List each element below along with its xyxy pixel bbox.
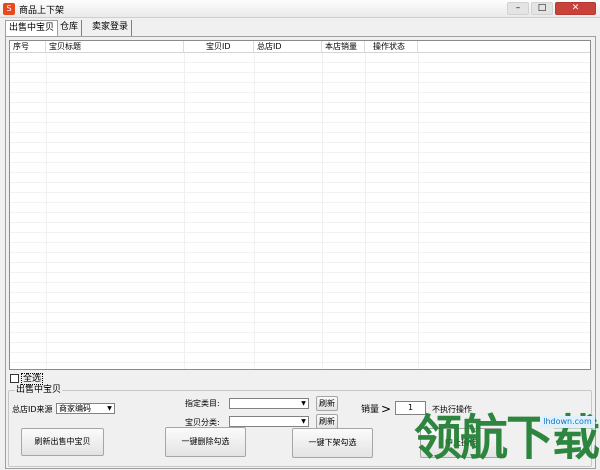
sales-label: 销量: [361, 405, 380, 415]
table-header: 序号 宝贝标题 宝贝ID 总店ID 本店销量 操作状态: [10, 41, 590, 53]
column-header-index[interactable]: 序号: [10, 41, 46, 53]
sales-operator: >: [381, 402, 392, 416]
tab-seller-login[interactable]: 卖家登录: [89, 20, 133, 36]
column-divider: [184, 53, 185, 369]
delist-delete-button[interactable]: 一键删除勾选: [165, 427, 246, 457]
chevron-down-icon[interactable]: ▼: [299, 399, 308, 408]
source-label: 总店ID来源: [12, 405, 53, 414]
refresh-category-button[interactable]: 刷新: [316, 396, 338, 411]
watermark-url: lhdown.com: [540, 416, 595, 428]
window-title: 商品上下架: [19, 6, 65, 16]
column-divider: [365, 53, 366, 369]
column-header-sales[interactable]: 本店销量: [322, 41, 365, 53]
minimize-icon: –: [515, 3, 521, 13]
app-logo-icon: S: [3, 3, 15, 15]
chevron-down-icon[interactable]: ▼: [299, 417, 308, 426]
select-all-checkbox[interactable]: [10, 374, 19, 383]
source-combobox[interactable]: 商家编码 ▼: [56, 403, 115, 414]
maximize-icon: □: [537, 3, 547, 13]
items-table[interactable]: 序号 宝贝标题 宝贝ID 总店ID 本店销量 操作状态: [9, 40, 591, 370]
column-header-item-id[interactable]: 宝贝ID: [184, 41, 254, 53]
close-button[interactable]: ✕: [555, 2, 596, 15]
close-icon: ✕: [571, 3, 580, 13]
classify-combobox[interactable]: ▼: [229, 416, 309, 427]
tab-warehouse[interactable]: 仓库: [57, 20, 83, 36]
category-combobox[interactable]: ▼: [229, 398, 309, 409]
column-header-status[interactable]: 操作状态: [365, 41, 418, 53]
refresh-on-sale-button[interactable]: 刷新出售中宝贝: [21, 428, 104, 456]
category-label: 指定类目:: [185, 399, 220, 408]
maximize-button[interactable]: □: [531, 2, 553, 15]
column-divider: [418, 53, 419, 369]
delist-checked-button[interactable]: 一键下架勾选: [292, 428, 373, 458]
column-header-main-store-id[interactable]: 总店ID: [254, 41, 322, 53]
minimize-button[interactable]: –: [507, 2, 529, 15]
column-divider: [254, 53, 255, 369]
source-value: 商家编码: [59, 404, 91, 413]
column-divider: [322, 53, 323, 369]
groupbox-title: 出售中宝贝: [15, 385, 63, 396]
chevron-down-icon[interactable]: ▼: [105, 404, 114, 413]
title-bar: S 商品上下架 – □ ✕: [0, 0, 600, 18]
column-divider: [46, 53, 47, 369]
tab-on-sale[interactable]: 出售中宝贝: [5, 20, 59, 36]
select-all-label[interactable]: 全选: [21, 373, 44, 385]
column-header-title[interactable]: 宝贝标题: [46, 41, 184, 53]
refresh-classify-button[interactable]: 刷新: [316, 414, 338, 429]
table-body: [10, 53, 590, 369]
